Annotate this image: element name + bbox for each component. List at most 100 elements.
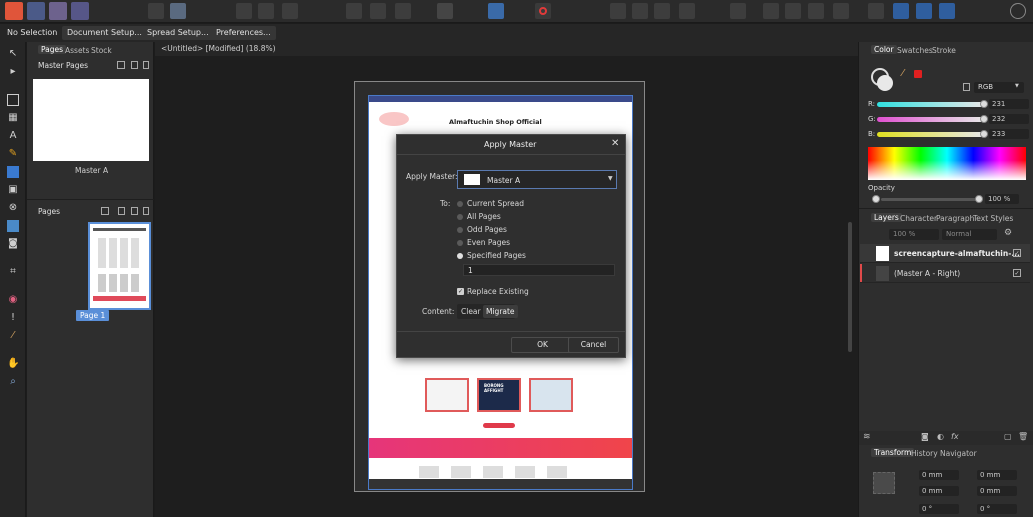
option-all-pages[interactable]: All Pages [467, 212, 501, 221]
transparency-tool-icon[interactable]: ! [7, 312, 19, 324]
b-slider[interactable] [877, 132, 983, 137]
artistic-text-tool-icon[interactable]: A [7, 130, 19, 142]
facing-pages-icon[interactable] [282, 3, 298, 19]
page-options-icon[interactable] [101, 207, 109, 215]
spread-icon[interactable] [258, 3, 274, 19]
tab-text-styles[interactable]: Text Styles [973, 214, 1013, 223]
canvas-scrollbar[interactable] [848, 222, 852, 352]
replace-existing-label[interactable]: Replace Existing [467, 287, 529, 296]
boolean-intersect-icon[interactable] [939, 3, 955, 19]
add-layer-icon[interactable]: ▢ [1004, 432, 1012, 441]
node-tool-icon[interactable]: ▸ [7, 66, 19, 78]
tab-pages[interactable]: Pages [38, 45, 67, 54]
tab-character[interactable]: Character [900, 214, 937, 223]
add-master-icon[interactable] [131, 61, 138, 69]
color-spectrum[interactable] [868, 147, 1026, 180]
duplicate-page-icon[interactable] [131, 207, 138, 215]
frame-icon[interactable] [395, 3, 411, 19]
view-mode-icon[interactable] [437, 3, 453, 19]
page-icon[interactable] [236, 3, 252, 19]
tab-assets[interactable]: Assets [65, 46, 89, 55]
place-image-tool-icon[interactable] [7, 220, 19, 232]
ellipse-frame-tool-icon[interactable]: ⊗ [7, 202, 19, 214]
delete-layer-icon[interactable]: 🗑 [1018, 432, 1028, 441]
tab-stock[interactable]: Stock [91, 46, 112, 55]
mask-icon[interactable]: ◙ [921, 432, 929, 441]
tab-navigator[interactable]: Navigator [940, 449, 977, 458]
align-center-icon[interactable] [632, 3, 648, 19]
tab-layers[interactable]: Layers [871, 213, 902, 222]
rectangle-tool-icon[interactable] [7, 166, 19, 178]
distribute-icon[interactable] [679, 3, 695, 19]
fx-icon[interactable]: fx [951, 432, 959, 441]
picture-frame-tool-icon[interactable]: ▣ [7, 184, 19, 196]
preferences-button[interactable]: Preferences... [211, 26, 276, 40]
h-field[interactable]: 0 mm [977, 486, 1017, 496]
tab-transform[interactable]: Transform [871, 448, 915, 457]
document-tab[interactable]: <Untitled> [Modified] (18.8%) [155, 42, 858, 56]
recent-color-icon[interactable] [914, 70, 922, 78]
designer-persona-icon[interactable] [27, 2, 45, 20]
w-field[interactable]: 0 mm [977, 470, 1017, 480]
align-left-icon[interactable] [610, 3, 626, 19]
boolean-subtract-icon[interactable] [916, 3, 932, 19]
tab-paragraph[interactable]: Paragraph [936, 214, 974, 223]
content-clear-button[interactable]: Clear [461, 307, 481, 316]
frame-text-tool-icon[interactable] [7, 94, 19, 106]
option-even-pages[interactable]: Even Pages [467, 238, 510, 247]
lock-icon[interactable] [963, 83, 970, 91]
anchor-selector[interactable] [873, 472, 895, 494]
r-value[interactable]: 231 [989, 99, 1029, 109]
layer-opacity-select[interactable]: 100 % [889, 229, 939, 240]
layer-row[interactable]: (Master A - Right) ✓ [860, 264, 1030, 283]
text-wrap-icon[interactable] [346, 3, 362, 19]
account-icon[interactable] [1010, 3, 1026, 19]
color-picker-tool-icon[interactable]: ⁄ [7, 330, 19, 342]
layer-stack-icon[interactable]: ≋ [863, 432, 871, 442]
pixel-persona-icon[interactable] [71, 2, 89, 20]
pen-tool-icon[interactable]: ✎ [7, 148, 19, 160]
rotation-field[interactable]: 0 ° [919, 504, 959, 514]
boolean-add-icon[interactable] [893, 3, 909, 19]
radio-even-pages[interactable] [457, 240, 463, 246]
page-1-thumbnail[interactable] [88, 222, 151, 310]
ok-button[interactable]: OK [511, 337, 574, 353]
color-mode-icon[interactable] [488, 3, 504, 19]
opacity-slider[interactable] [881, 198, 981, 201]
document-setup-button[interactable]: Document Setup... [62, 26, 147, 40]
page-1-label[interactable]: Page 1 [76, 310, 110, 321]
b-slider-knob[interactable] [980, 130, 988, 138]
vector-crop-tool-icon[interactable]: ◙ [7, 238, 19, 250]
option-specified-pages[interactable]: Specified Pages [467, 251, 526, 260]
layer-visibility-checkbox[interactable]: ✓ [1013, 249, 1021, 257]
forward-icon[interactable] [763, 3, 779, 19]
preflight-icon[interactable] [170, 3, 186, 19]
back-icon[interactable] [808, 3, 824, 19]
master-a-thumbnail[interactable] [33, 79, 149, 161]
tab-history[interactable]: History [911, 449, 938, 458]
publisher-persona-icon[interactable] [5, 2, 23, 20]
option-current-spread[interactable]: Current Spread [467, 199, 524, 208]
g-slider[interactable] [877, 117, 983, 122]
gear-icon[interactable]: ⚙ [1004, 228, 1012, 238]
table-tool-icon[interactable]: ▦ [7, 112, 19, 124]
delete-master-icon[interactable] [143, 61, 149, 69]
radio-all-pages[interactable] [457, 214, 463, 220]
blend-mode-select[interactable]: Normal [942, 229, 997, 240]
add-page-icon[interactable] [118, 207, 125, 215]
tab-stroke[interactable]: Stroke [932, 46, 956, 55]
radio-current-spread[interactable] [457, 201, 463, 207]
flip-icon[interactable] [868, 3, 884, 19]
delete-page-icon[interactable] [143, 207, 149, 215]
option-odd-pages[interactable]: Odd Pages [467, 225, 507, 234]
crop-tool-icon[interactable]: ⌗ [7, 266, 19, 278]
adjustment-icon[interactable]: ◐ [937, 432, 944, 441]
master-select[interactable]: Master A ▼ [457, 170, 617, 189]
tab-color[interactable]: Color [871, 45, 897, 54]
g-value[interactable]: 232 [989, 114, 1029, 124]
master-options-icon[interactable] [117, 61, 125, 69]
snapping-icon[interactable] [535, 3, 551, 19]
close-icon[interactable]: ✕ [611, 138, 619, 149]
r-slider-knob[interactable] [980, 100, 988, 108]
g-slider-knob[interactable] [980, 115, 988, 123]
